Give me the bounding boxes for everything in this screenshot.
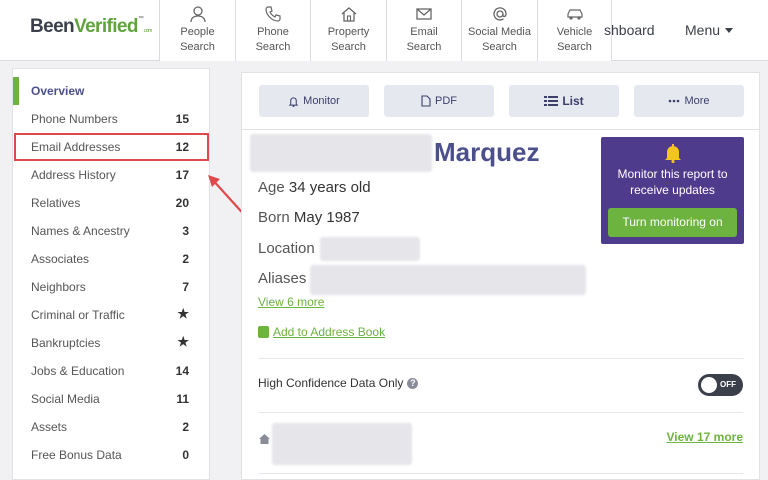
- nav-tab-social-media-search[interactable]: Social Media Search: [461, 0, 537, 61]
- count-badge: 0: [182, 448, 189, 462]
- count-badge: 14: [175, 364, 189, 378]
- count-badge: 20: [175, 196, 189, 210]
- more-button[interactable]: More: [634, 85, 744, 117]
- redacted-first-name: [250, 134, 432, 172]
- at-icon: [462, 5, 537, 23]
- redacted-location: [320, 237, 420, 261]
- age-row: Age 34 years old: [258, 179, 371, 196]
- divider: [258, 412, 743, 413]
- turn-monitoring-on-button[interactable]: Turn monitoring on: [608, 208, 737, 237]
- sidebar-item-criminal-traffic[interactable]: Criminal or Traffic ★: [13, 301, 209, 329]
- ellipsis-icon: [669, 99, 680, 103]
- highlight-box-email-addresses: [14, 133, 209, 161]
- born-row: Born May 1987: [258, 209, 360, 226]
- subject-last-name: Marquez: [434, 137, 540, 167]
- person-icon: [160, 5, 235, 23]
- divider: [258, 358, 743, 359]
- promo-text: Monitor this report to receive updates: [617, 167, 728, 197]
- divider: [242, 129, 759, 130]
- high-confidence-label: High Confidence Data Only ?: [258, 376, 419, 390]
- sidebar-item-overview[interactable]: Overview: [13, 77, 209, 105]
- nav-tab-vehicle-search[interactable]: Vehicle Search: [537, 0, 611, 61]
- monitoring-promo-card: Monitor this report to receive updates T…: [601, 137, 744, 244]
- divider: [258, 473, 743, 474]
- count-badge: 15: [175, 112, 189, 126]
- caret-down-icon: [725, 28, 734, 33]
- document-icon: [421, 95, 431, 107]
- sidebar-item-assets[interactable]: Assets 2: [13, 413, 209, 441]
- nav-tab-people-search[interactable]: People Search: [159, 0, 235, 61]
- car-icon: [538, 5, 611, 23]
- redacted-address: [272, 423, 412, 465]
- nav-tab-phone-search[interactable]: Phone Search: [235, 0, 310, 61]
- view-more-aliases-link[interactable]: View 6 more: [258, 295, 324, 309]
- house-icon: [311, 5, 386, 23]
- star-icon: ★: [177, 306, 189, 321]
- dashboard-link[interactable]: shboard: [604, 22, 655, 38]
- count-badge: 17: [175, 168, 189, 182]
- count-badge: 7: [182, 280, 189, 294]
- sidebar-item-associates[interactable]: Associates 2: [13, 245, 209, 273]
- list-icon: [544, 96, 559, 106]
- bell-icon: [601, 143, 744, 163]
- sidebar-item-relatives[interactable]: Relatives 20: [13, 189, 209, 217]
- add-to-address-book-link[interactable]: Add to Address Book: [258, 325, 385, 339]
- monitor-button[interactable]: Monitor: [259, 85, 369, 117]
- active-indicator: [13, 77, 19, 105]
- sidebar-item-bankruptcies[interactable]: Bankruptcies ★: [13, 329, 209, 357]
- sidebar-item-jobs-education[interactable]: Jobs & Education 14: [13, 357, 209, 385]
- count-badge: 11: [176, 392, 189, 406]
- aliases-row: Aliases: [258, 270, 307, 287]
- sidebar-item-free-bonus-data[interactable]: Free Bonus Data 0: [13, 441, 209, 469]
- help-icon[interactable]: ?: [407, 377, 419, 389]
- view-more-addresses-link[interactable]: View 17 more: [667, 430, 744, 444]
- sidebar-item-neighbors[interactable]: Neighbors 7: [13, 273, 209, 301]
- count-badge: 3: [182, 224, 189, 238]
- location-row: Location: [258, 240, 315, 257]
- sidebar-item-social-media[interactable]: Social Media 11: [13, 385, 209, 413]
- sidebar-item-names-ancestry[interactable]: Names & Ancestry 3: [13, 217, 209, 245]
- count-badge: 2: [182, 420, 189, 434]
- count-badge: 2: [182, 252, 189, 266]
- bell-icon: [288, 96, 299, 107]
- nav-tab-email-search[interactable]: Email Search: [386, 0, 461, 61]
- pdf-button[interactable]: PDF: [384, 85, 494, 117]
- toggle-knob: [701, 377, 717, 393]
- redacted-aliases: [310, 265, 586, 295]
- phone-icon: [236, 5, 310, 23]
- beenverified-logo[interactable]: BeenVerified™.com: [30, 16, 152, 38]
- top-navigation-bar: BeenVerified™.com People Search Phone Se…: [0, 0, 768, 61]
- menu-dropdown[interactable]: Menu: [685, 22, 734, 38]
- envelope-icon: [387, 5, 461, 23]
- address-book-icon: [258, 326, 269, 338]
- report-main-panel: Monitor PDF List More Marquez Age 34 yea…: [241, 72, 760, 480]
- sidebar-item-phone-numbers[interactable]: Phone Numbers 15: [13, 105, 209, 133]
- high-confidence-toggle[interactable]: OFF: [698, 374, 743, 396]
- star-icon: ★: [177, 334, 189, 349]
- nav-tab-property-search[interactable]: Property Search: [310, 0, 386, 61]
- list-button[interactable]: List: [509, 85, 619, 117]
- report-sections-sidebar: Overview Phone Numbers 15 Email Addresse…: [12, 68, 210, 480]
- sidebar-item-address-history[interactable]: Address History 17: [13, 161, 209, 189]
- home-icon: [259, 431, 270, 449]
